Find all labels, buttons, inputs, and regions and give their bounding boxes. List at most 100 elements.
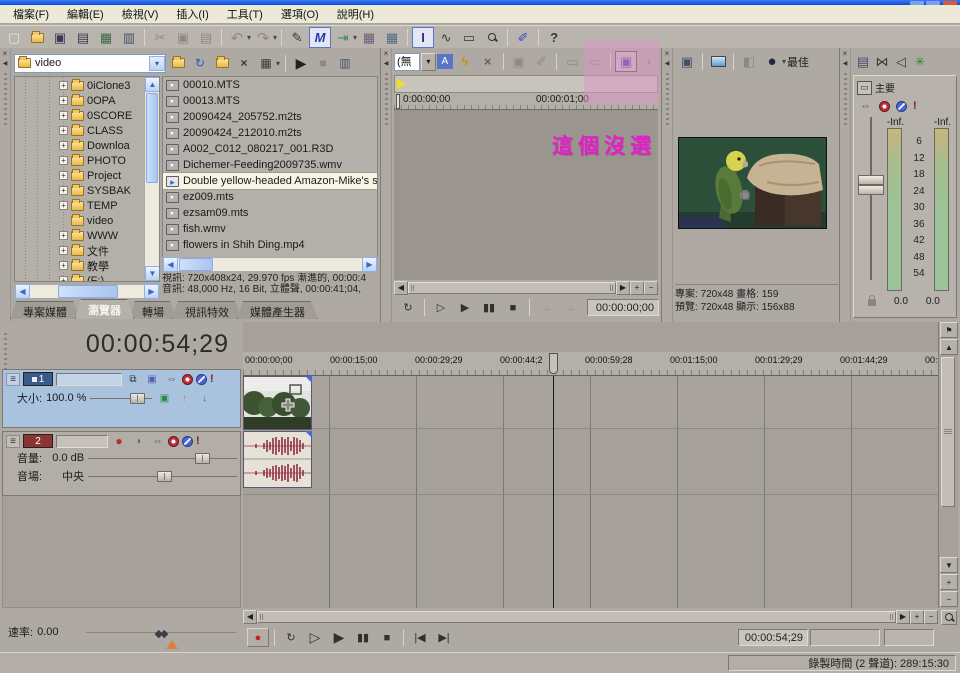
master-properties-gear-icon[interactable] — [879, 101, 890, 112]
expand-icon[interactable]: + — [59, 126, 68, 135]
audio-event-clip[interactable] — [243, 431, 312, 488]
trimmer-media-area[interactable] — [394, 110, 658, 280]
dock-tab[interactable]: 視訊特效 — [172, 301, 242, 319]
mixer-pin-icon[interactable]: ◀ — [841, 60, 850, 69]
file-hscroll-thumb[interactable] — [179, 258, 213, 271]
video-track-header[interactable]: ≡ 1 ⧉ ▣ ∙▭∙ ! 大小: 100.0 % ▣ ↑ ↓ — [2, 369, 241, 428]
auto-ripple-dropdown-icon[interactable]: ▾ — [353, 33, 357, 42]
zoom-tool-icon[interactable] — [481, 27, 503, 48]
track2-solo-icon[interactable]: ! — [196, 435, 200, 447]
track1-up-icon[interactable]: ↑ — [176, 391, 192, 405]
trimmer-marker-flag-icon[interactable] — [397, 79, 406, 89]
trimmer-lightning-icon[interactable]: ϟ — [454, 51, 476, 72]
track1-solo-icon[interactable]: ! — [210, 373, 214, 385]
trimmer-marker-bar[interactable] — [394, 75, 658, 93]
tree-hscrollbar[interactable]: ◀ ▶ — [14, 284, 160, 299]
master-mute-icon[interactable] — [896, 101, 907, 112]
file-scroll-left-icon[interactable]: ◀ — [163, 257, 178, 272]
trimmer-add-media-from-cursor-icon[interactable]: → — [535, 298, 557, 317]
save-icon[interactable]: ▣ — [49, 27, 71, 48]
clip-fade-handle[interactable] — [305, 376, 312, 383]
trimmer-grip[interactable]: × ◀ — [381, 48, 392, 322]
vscroll-down-icon[interactable]: ▼ — [940, 557, 958, 573]
paste-icon[interactable]: ▤ — [195, 27, 217, 48]
expand-icon[interactable]: + — [59, 111, 68, 120]
vscroll-thumb[interactable] — [941, 357, 955, 507]
undo-icon[interactable]: ↶ — [226, 27, 248, 48]
expand-icon[interactable]: + — [59, 96, 68, 105]
new-folder-button[interactable] — [212, 53, 232, 73]
expand-icon[interactable]: + — [59, 246, 68, 255]
tree-vscrollbar[interactable]: ▲ ▼ — [144, 77, 159, 281]
file-row[interactable]: ▸ ezsam09.mts — [163, 205, 377, 221]
hzoom-out-icon[interactable]: − — [924, 610, 938, 624]
copy-snapshot-icon[interactable]: ▣ — [676, 51, 698, 72]
track-lanes[interactable] — [243, 376, 938, 608]
delete-button[interactable]: × — [234, 53, 254, 73]
expand-icon[interactable]: + — [59, 276, 68, 282]
tree-folder-item[interactable]: + 0OPA — [15, 93, 145, 108]
views-button[interactable]: ▦ — [256, 53, 276, 73]
brush-tool-icon[interactable]: ✐ — [512, 27, 534, 48]
pause-button[interactable]: ▮▮ — [352, 628, 374, 647]
track2-arm-record-icon[interactable]: ● — [111, 434, 127, 448]
track2-phase-icon[interactable]: ◑ — [130, 434, 146, 448]
clip-fade-handle[interactable] — [305, 431, 312, 438]
play-from-start-button[interactable]: ▷ — [304, 628, 326, 647]
audio-lane[interactable] — [243, 431, 938, 495]
enable-snapping-pencil-icon[interactable]: ✎ — [286, 27, 308, 48]
file-row[interactable]: ▸ flowers in Shih Ding.mp4 — [163, 237, 377, 253]
tree-folder-item[interactable]: + SYSBAK — [15, 183, 145, 198]
fader-lock-icon[interactable] — [868, 299, 876, 306]
lock-envelopes-icon[interactable]: ▦ — [358, 27, 380, 48]
split-screen-icon[interactable]: ◧ — [738, 51, 760, 72]
hscroll-thumb[interactable] — [257, 611, 896, 623]
trimmer-ab-icon[interactable]: A — [437, 54, 453, 69]
track1-compositing-icon[interactable]: ⧉ — [125, 372, 141, 386]
insert-bus-icon[interactable]: ▤ — [854, 51, 872, 72]
mixer-close-icon[interactable]: × — [841, 50, 850, 59]
preview-pin-icon[interactable]: ◀ — [663, 60, 672, 69]
track2-fx-gear-icon[interactable] — [168, 436, 179, 447]
file-row[interactable]: ▸ A002_C012_080217_001.R3D — [163, 141, 377, 157]
new-project-icon[interactable]: ▢ — [3, 27, 25, 48]
undo-dropdown-icon[interactable]: ▾ — [247, 33, 251, 42]
menu-item[interactable]: 選項(O) — [272, 4, 328, 24]
file-row[interactable]: ▸ 00010.MTS — [163, 77, 377, 93]
play-button[interactable]: ▶ — [328, 628, 350, 647]
tree-hscroll-thumb[interactable] — [58, 285, 118, 298]
track1-automation-icon[interactable]: ∙▭∙ — [163, 372, 179, 386]
cut-icon[interactable]: ✂ — [149, 27, 171, 48]
marker-tool-icon[interactable]: ⚑ — [940, 322, 958, 338]
expand-icon[interactable]: + — [59, 186, 68, 195]
expand-icon[interactable]: + — [59, 156, 68, 165]
trimmer-zoom-in-icon[interactable]: + — [630, 281, 644, 295]
track1-size-slider[interactable] — [90, 393, 152, 404]
tree-folder-item[interactable]: + 0SCORE — [15, 108, 145, 123]
tree-folder-item[interactable]: + Downloa — [15, 138, 145, 153]
tree-scroll-up-icon[interactable]: ▲ — [145, 77, 160, 92]
fader-handle-2[interactable] — [858, 185, 884, 195]
edit-zoom-tool-button[interactable] — [941, 610, 957, 625]
expand-icon[interactable]: + — [59, 141, 68, 150]
trimmer-preset-dropdown-icon[interactable]: ▾ — [421, 53, 436, 71]
track1-motion-gear-icon[interactable] — [182, 374, 193, 385]
master-fader[interactable] — [858, 117, 884, 280]
master-restore-icon[interactable]: ▭ — [857, 81, 872, 95]
trimmer-hscroll-thumb[interactable] — [408, 282, 616, 294]
tree-folder-item[interactable]: + 教學 — [15, 258, 145, 273]
views-dropdown-icon[interactable]: ▾ — [276, 59, 280, 68]
video-event-clip[interactable] — [243, 376, 312, 430]
timeline-hscrollbar[interactable]: ◀ ▶ + − — [243, 610, 938, 624]
dim-output-icon[interactable]: ◁ — [892, 51, 910, 72]
trimmer-pin-icon[interactable]: ◀ — [382, 60, 391, 69]
fader-handle[interactable] — [858, 175, 884, 185]
menu-item[interactable]: 檢視(V) — [113, 4, 168, 24]
track2-mute-icon[interactable] — [182, 436, 193, 447]
trimmer-delete-icon[interactable]: × — [477, 51, 499, 72]
tree-scroll-thumb[interactable] — [146, 93, 158, 183]
track2-pan-slider[interactable] — [88, 471, 237, 482]
preview-quality-dropdown-icon[interactable]: ▾ — [782, 57, 786, 66]
tree-folder-item[interactable]: + 文件 — [15, 243, 145, 258]
expand-icon[interactable]: + — [59, 261, 68, 270]
